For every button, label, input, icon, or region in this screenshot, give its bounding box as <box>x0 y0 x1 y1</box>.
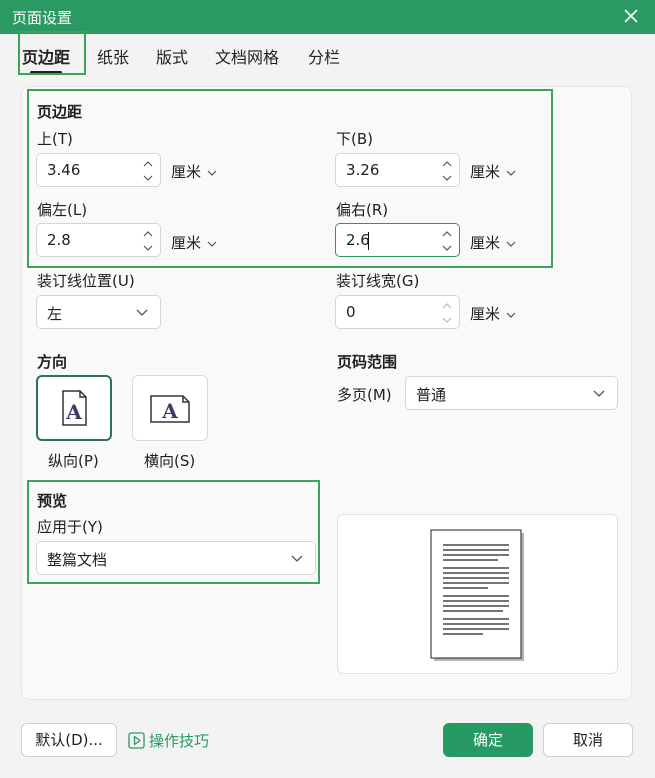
unit-label: 厘米 <box>171 234 202 252</box>
close-icon[interactable] <box>621 6 641 26</box>
landscape-button[interactable]: A <box>132 375 208 441</box>
spinner-arrows-icon[interactable] <box>142 228 154 254</box>
multiple-pages-select[interactable]: 普通 <box>405 376 618 410</box>
gutter-width-label: 装订线宽(G) <box>336 272 420 290</box>
window-title: 页面设置 <box>12 9 73 27</box>
gutter-position-select[interactable]: 左 <box>36 295 161 329</box>
bottom-margin-label: 下(B) <box>336 130 373 148</box>
left-margin-input[interactable]: 2.8 <box>36 223 161 257</box>
gutter-position-value: 左 <box>47 305 63 323</box>
preview-section-title: 预览 <box>37 492 68 510</box>
left-margin-unit[interactable]: 厘米 <box>171 232 217 253</box>
multiple-pages-value: 普通 <box>416 386 447 404</box>
apply-to-value: 整篇文档 <box>47 551 108 569</box>
portrait-button[interactable]: A <box>36 375 112 441</box>
chevron-down-icon <box>506 241 516 247</box>
text-caret <box>368 232 369 250</box>
default-button[interactable]: 默认(D)... <box>21 723 117 757</box>
ok-button[interactable]: 确定 <box>443 723 533 757</box>
portrait-glyph: A <box>65 400 82 424</box>
apply-to-label: 应用于(Y) <box>37 518 103 536</box>
right-margin-input[interactable]: 2.6 <box>335 223 460 257</box>
top-margin-value: 3.46 <box>47 161 81 179</box>
top-margin-input[interactable]: 3.46 <box>36 153 161 187</box>
unit-label: 厘米 <box>171 163 202 181</box>
chevron-down-icon <box>207 170 217 176</box>
tab-document-grid[interactable]: 文档网格 <box>215 46 279 70</box>
play-icon <box>128 732 145 749</box>
landscape-label: 横向(S) <box>144 452 196 470</box>
orientation-section-title: 方向 <box>37 353 68 371</box>
left-margin-value: 2.8 <box>47 231 71 249</box>
title-bar: 页面设置 <box>0 0 655 34</box>
tips-link-label: 操作技巧 <box>149 732 210 750</box>
spinner-arrows-icon[interactable] <box>441 158 453 184</box>
chevron-down-icon <box>136 309 148 316</box>
right-margin-value: 2.6 <box>346 231 370 249</box>
bottom-margin-input[interactable]: 3.26 <box>335 153 460 187</box>
spinner-arrows-icon[interactable] <box>441 228 453 254</box>
portrait-label: 纵向(P) <box>48 452 99 470</box>
tab-layout[interactable]: 版式 <box>156 46 188 70</box>
gutter-width-input[interactable]: 0 <box>335 295 460 329</box>
tab-columns[interactable]: 分栏 <box>308 46 340 70</box>
unit-label: 厘米 <box>470 163 501 181</box>
gutter-position-label: 装订线位置(U) <box>37 272 135 290</box>
top-margin-label: 上(T) <box>37 130 73 148</box>
right-margin-label: 偏右(R) <box>336 201 389 219</box>
cancel-button[interactable]: 取消 <box>543 723 633 757</box>
page-preview-image <box>430 529 524 661</box>
tab-paper[interactable]: 纸张 <box>97 46 129 70</box>
chevron-down-icon <box>593 390 605 397</box>
apply-to-select[interactable]: 整篇文档 <box>36 541 316 575</box>
left-margin-label: 偏左(L) <box>37 201 88 219</box>
bottom-margin-value: 3.26 <box>346 161 380 179</box>
tips-link[interactable]: 操作技巧 <box>128 730 209 751</box>
portrait-page-icon: A <box>62 390 87 426</box>
multiple-pages-label: 多页(M) <box>337 386 392 404</box>
margins-section-title: 页边距 <box>37 103 83 121</box>
top-margin-unit[interactable]: 厘米 <box>171 161 217 182</box>
page-preview <box>337 514 618 674</box>
page-range-section-title: 页码范围 <box>337 353 398 371</box>
unit-label: 厘米 <box>470 234 501 252</box>
unit-label: 厘米 <box>470 305 501 323</box>
gutter-width-value: 0 <box>346 303 356 321</box>
spinner-arrows-icon[interactable] <box>142 158 154 184</box>
chevron-down-icon <box>506 312 516 318</box>
gutter-width-unit[interactable]: 厘米 <box>470 303 516 324</box>
right-margin-unit[interactable]: 厘米 <box>470 232 516 253</box>
spinner-arrows-icon[interactable] <box>441 300 453 326</box>
chevron-down-icon <box>207 241 217 247</box>
landscape-page-icon: A <box>150 395 190 423</box>
active-tab-indicator <box>30 71 62 74</box>
bottom-margin-unit[interactable]: 厘米 <box>470 161 516 182</box>
landscape-glyph: A <box>161 399 178 423</box>
chevron-down-icon <box>506 170 516 176</box>
chevron-down-icon <box>291 555 303 562</box>
tab-margins[interactable]: 页边距 <box>22 46 70 70</box>
